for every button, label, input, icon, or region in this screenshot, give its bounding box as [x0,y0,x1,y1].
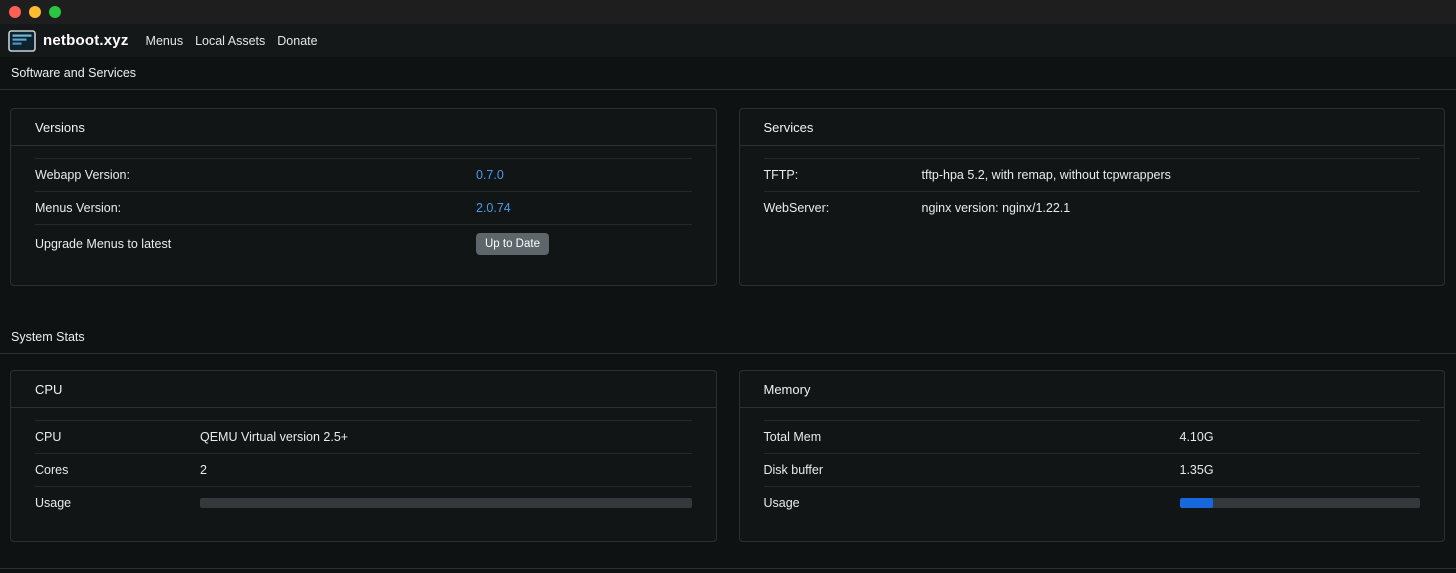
disk-buffer-value: 1.35G [1179,463,1214,477]
table-row: Upgrade Menus to latest Up to Date [35,224,692,263]
memory-card: Memory Total Mem 4.10G Disk buffer 1.35G… [738,370,1445,542]
nav-item-donate[interactable]: Donate [277,34,317,48]
versions-card-body: Webapp Version: 0.7.0 Menus Version: 2.0… [11,146,716,285]
tftp-value: tftp-hpa 5.2, with remap, without tcpwra… [921,168,1171,182]
cpu-model-label: CPU [35,430,62,444]
cpu-usage-label: Usage [35,496,72,510]
memory-card-title: Memory [739,371,1444,408]
section-title: Software and Services [11,66,137,80]
total-mem-label: Total Mem [763,430,822,444]
cpu-model-value: QEMU Virtual version 2.5+ [200,430,349,444]
webserver-value: nginx version: nginx/1.22.1 [921,201,1071,215]
table-row: Webapp Version: 0.7.0 [35,158,692,191]
software-cards-row: Versions Webapp Version: 0.7.0 Menus Ver… [0,90,1456,286]
window-titlebar [0,0,1456,24]
cpu-cores-value: 2 [200,463,207,477]
services-card-title: Services [739,109,1444,146]
table-row: Cores 2 [35,453,692,486]
nav-item-menus[interactable]: Menus [146,34,184,48]
memory-usage-label: Usage [763,496,800,510]
versions-card: Versions Webapp Version: 0.7.0 Menus Ver… [10,108,717,286]
section-header-software: Software and Services [0,57,1456,90]
menus-version-label: Menus Version: [35,201,122,215]
brand-link[interactable]: netboot.xyz [43,32,129,49]
table-row: CPU QEMU Virtual version 2.5+ [35,420,692,453]
services-card: Services TFTP: tftp-hpa 5.2, with remap,… [738,108,1445,286]
table-row: TFTP: tftp-hpa 5.2, with remap, without … [763,158,1420,191]
memory-usage-progress-fill [1179,498,1214,508]
menus-version-link[interactable]: 2.0.74 [476,201,511,215]
main-nav: Menus Local Assets Donate [146,34,330,48]
total-mem-value: 4.10G [1179,430,1214,444]
cpu-card-body: CPU QEMU Virtual version 2.5+ Cores 2 Us… [11,408,716,541]
disk-buffer-label: Disk buffer [763,463,824,477]
navbar: netboot.xyz Menus Local Assets Donate [0,24,1456,57]
stats-cards-row: CPU CPU QEMU Virtual version 2.5+ Cores … [0,354,1456,542]
section-header-stats: System Stats [0,321,1456,354]
memory-card-body: Total Mem 4.10G Disk buffer 1.35G Usage [740,408,1445,541]
section-title: System Stats [11,330,85,344]
maximize-button[interactable] [49,6,61,18]
cpu-card-title: CPU [11,371,716,408]
table-row: Usage [763,486,1420,519]
upgrade-menus-button[interactable]: Up to Date [476,233,549,255]
table-row: Disk buffer 1.35G [763,453,1420,486]
table-row: Menus Version: 2.0.74 [35,191,692,224]
services-card-body: TFTP: tftp-hpa 5.2, with remap, without … [740,146,1445,246]
memory-usage-progressbar [1179,498,1420,508]
table-row: Total Mem 4.10G [763,420,1420,453]
cpu-usage-progressbar [200,498,692,508]
cpu-cores-label: Cores [35,463,69,477]
minimize-button[interactable] [29,6,41,18]
bottom-divider [0,568,1456,569]
nav-item-local-assets[interactable]: Local Assets [195,34,265,48]
close-button[interactable] [9,6,21,18]
netbootxyz-logo-icon [8,29,36,52]
tftp-label: TFTP: [763,168,799,182]
webapp-version-label: Webapp Version: [35,168,130,182]
versions-card-title: Versions [11,109,716,146]
upgrade-menus-label: Upgrade Menus to latest [35,237,172,251]
table-row: WebServer: nginx version: nginx/1.22.1 [763,191,1420,224]
table-row: Usage [35,486,692,519]
webapp-version-link[interactable]: 0.7.0 [476,168,504,182]
webserver-label: WebServer: [763,201,830,215]
cpu-card: CPU CPU QEMU Virtual version 2.5+ Cores … [10,370,717,542]
